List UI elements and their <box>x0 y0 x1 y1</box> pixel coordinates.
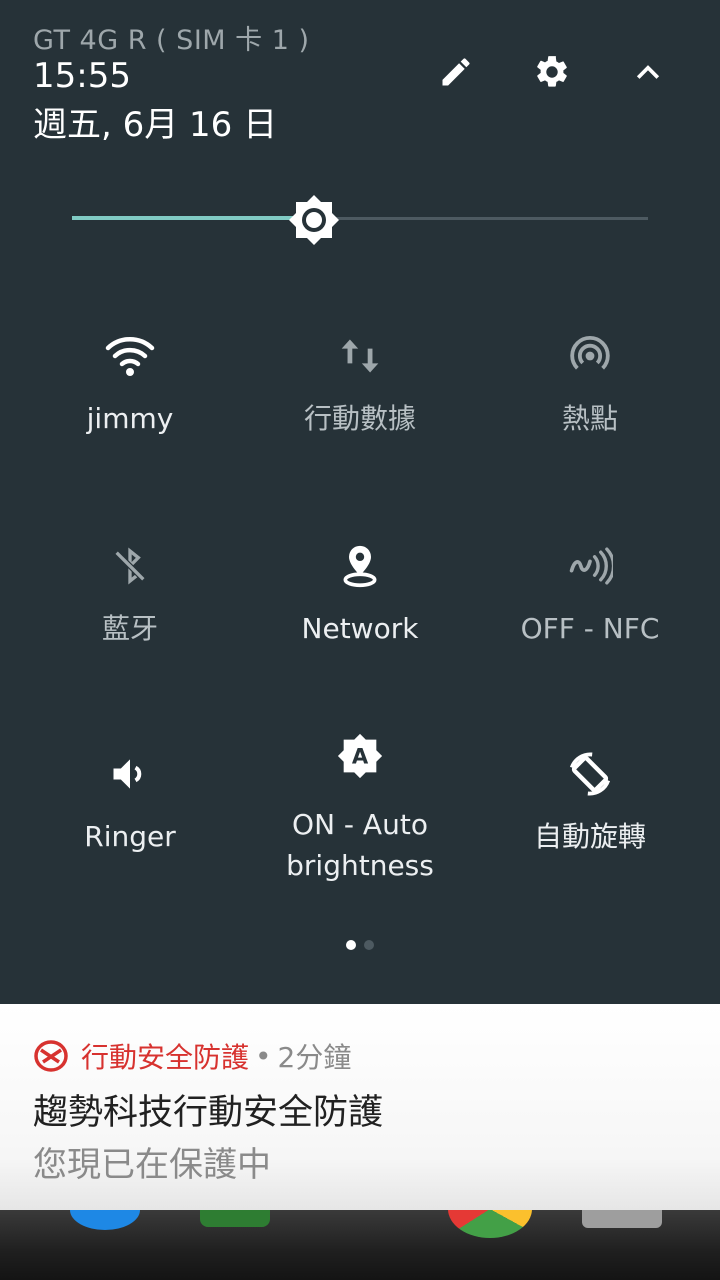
settings-button[interactable] <box>530 50 574 94</box>
auto-rotate-icon <box>564 748 616 800</box>
clock[interactable]: 15:55 <box>33 56 131 96</box>
collapse-button[interactable] <box>626 50 670 94</box>
edit-button[interactable] <box>434 50 478 94</box>
svg-text:A: A <box>352 744 369 769</box>
wallpaper-app-icon <box>448 1210 532 1238</box>
home-wallpaper <box>0 1210 720 1280</box>
notification-age: 2分鐘 <box>277 1041 352 1074</box>
notification-app-name: 行動安全防護 <box>81 1041 250 1074</box>
tile-label: ON - Auto brightness <box>286 808 434 882</box>
location-icon <box>334 540 386 592</box>
wallpaper-app-icon <box>200 1210 270 1227</box>
date-label[interactable]: 週五, 6月 16 日 <box>33 97 277 146</box>
notification-text: 您現已在保護中 <box>33 1145 271 1185</box>
wallpaper-app-icon <box>582 1210 662 1228</box>
volume-icon <box>104 748 156 800</box>
tile-mobile-data[interactable]: 行動數據 <box>240 330 480 439</box>
notification-separator: • <box>255 1039 272 1073</box>
page-dot-active[interactable] <box>346 940 356 950</box>
bluetooth-off-icon <box>104 540 156 592</box>
carrier-label: GT 4G R ( SIM 卡 1 ) <box>33 25 310 56</box>
brightness-fill <box>72 216 314 220</box>
tile-auto-rotate[interactable]: 自動旋轉 <box>470 748 710 857</box>
page-indicator <box>0 935 720 954</box>
brightness-thumb[interactable] <box>289 195 339 245</box>
auto-brightness-icon: A <box>334 730 386 782</box>
edit-icon <box>442 58 470 86</box>
mobile-data-icon <box>334 330 386 382</box>
tile-bluetooth[interactable]: 藍牙 <box>10 540 250 649</box>
trend-micro-logo-icon <box>34 1040 68 1072</box>
tile-label: Ringer <box>84 820 176 853</box>
tile-nfc[interactable]: OFF - NFC <box>470 540 710 649</box>
hotspot-icon <box>564 330 616 382</box>
notification-card[interactable]: 行動安全防護 • 2分鐘 趨勢科技行動安全防護 您現已在保護中 <box>0 1004 720 1210</box>
tile-ringer[interactable]: Ringer <box>10 748 250 857</box>
quick-settings-header: GT 4G R ( SIM 卡 1 ) 15:55 週五, 6月 16 日 <box>0 0 720 150</box>
tile-label: jimmy <box>86 402 174 435</box>
tile-label: 藍牙 <box>101 612 158 645</box>
tile-auto-brightness[interactable]: A ON - Auto brightness <box>240 730 480 886</box>
brightness-slider[interactable] <box>72 195 648 245</box>
nfc-icon <box>564 540 616 592</box>
wallpaper-app-icon <box>70 1210 140 1230</box>
tile-wifi[interactable]: jimmy <box>10 330 250 439</box>
brightness-sun-icon <box>289 195 339 245</box>
tile-hotspot[interactable]: 熱點 <box>470 330 710 439</box>
tile-label: 自動旋轉 <box>533 820 646 853</box>
notification-header: 行動安全防護 • 2分鐘 <box>33 1036 351 1076</box>
page-dot[interactable] <box>364 940 374 950</box>
notification-title: 趨勢科技行動安全防護 <box>33 1093 384 1133</box>
wifi-icon <box>104 330 156 382</box>
tile-label: OFF - NFC <box>520 612 660 645</box>
tile-label: Network <box>301 612 419 645</box>
tile-network-location[interactable]: Network <box>240 540 480 649</box>
settings-gear-icon <box>537 56 567 87</box>
tile-label: 行動數據 <box>303 402 416 435</box>
tile-label: 熱點 <box>561 402 618 435</box>
collapse-chevron-icon <box>636 65 660 79</box>
